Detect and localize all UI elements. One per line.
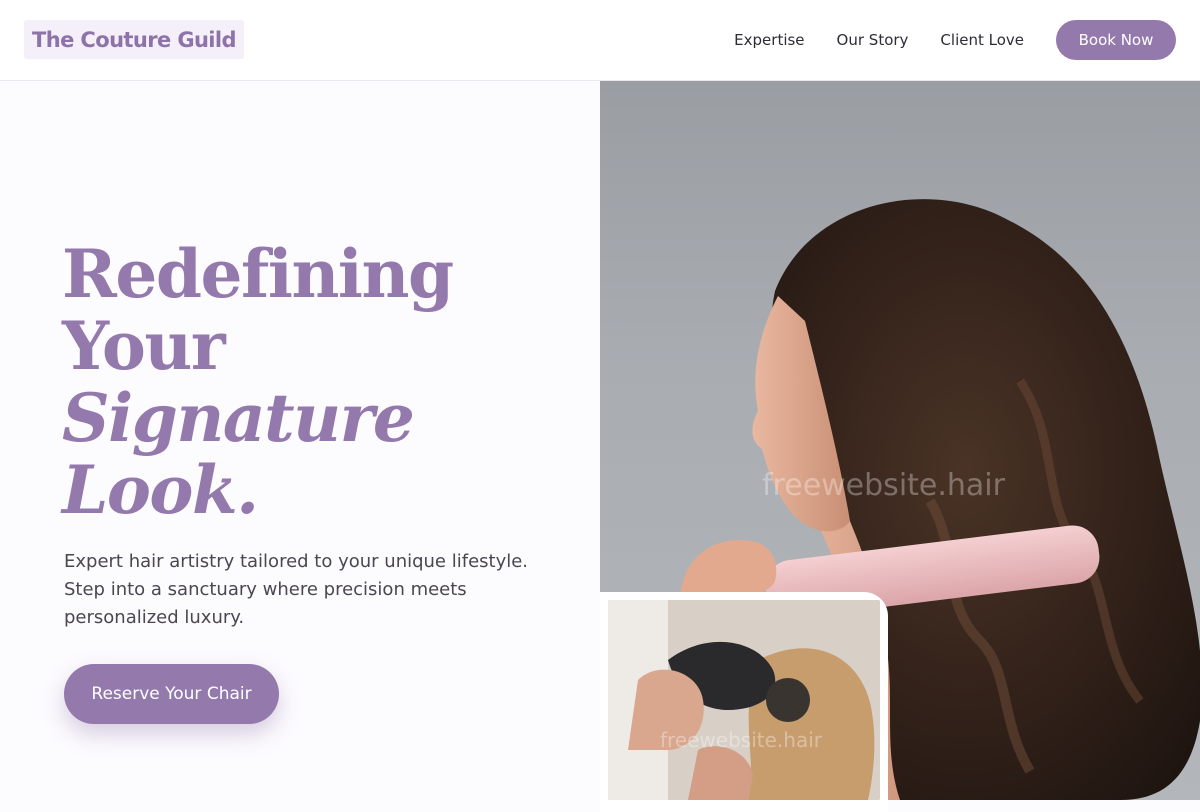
stylist-photo: freewebsite.hair	[608, 600, 880, 800]
nav-link-our-story[interactable]: Our Story	[837, 31, 909, 49]
round-brush-icon	[766, 678, 810, 722]
hero-subtitle: Expert hair artistry tailored to your un…	[64, 551, 529, 628]
headline-line-3: Signature	[62, 379, 415, 457]
nav-link-client-love[interactable]: Client Love	[940, 31, 1024, 49]
inset-image-watermark: freewebsite.hair	[660, 728, 822, 752]
main-nav: Expertise Our Story Client Love Book Now	[734, 20, 1176, 60]
reserve-chair-button[interactable]: Reserve Your Chair	[64, 664, 279, 724]
headline-line-2: Your	[62, 307, 226, 385]
inset-photo-card: freewebsite.hair	[600, 592, 888, 812]
book-now-button[interactable]: Book Now	[1056, 20, 1176, 60]
image-watermark: freewebsite.hair	[762, 468, 1005, 503]
site-header: The Couture Guild Expertise Our Story Cl…	[0, 0, 1200, 81]
headline-line-1: Redefining	[62, 235, 454, 313]
headline-line-4: Look.	[62, 451, 259, 529]
nav-link-expertise[interactable]: Expertise	[734, 31, 804, 49]
hero-headline: Redefining Your Signature Look.	[62, 235, 454, 529]
brand-logo[interactable]: The Couture Guild	[24, 20, 244, 59]
stylist-photo-illustration	[608, 600, 880, 800]
